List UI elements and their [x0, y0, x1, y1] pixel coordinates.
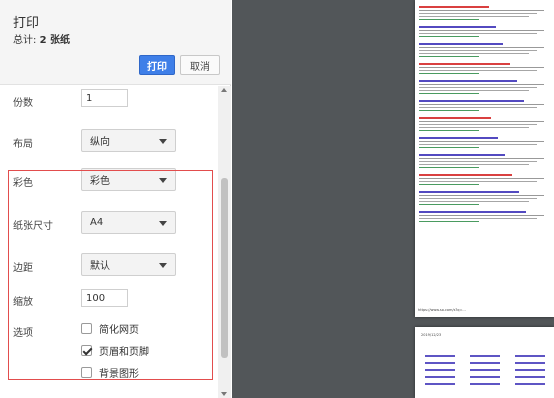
preview-text-line [419, 154, 505, 156]
preview-text-line [419, 184, 479, 185]
preview-text-line [419, 204, 479, 205]
preview-text-line [419, 147, 479, 148]
dialog-title: 打印 [13, 16, 40, 31]
preview-text-line [419, 107, 537, 108]
preview-text-line [419, 26, 496, 28]
sheet-total-value: 2 张纸 [39, 35, 71, 46]
preview-text-line [419, 195, 544, 196]
preview-link-line [425, 376, 455, 378]
preview-text-line [419, 43, 503, 45]
preview-text-line [419, 158, 544, 159]
preview-link-line [425, 362, 455, 364]
preview-link-line [470, 383, 500, 385]
print-settings-panel: 打印 总计: 2 张纸 打印 取消 份数 1 布局 纵向 彩色 彩色 纸张尺寸 … [0, 0, 231, 398]
preview-link-line [515, 362, 545, 364]
preview-text-line [419, 47, 544, 48]
preview-text-line [419, 201, 529, 202]
preview-text-line [419, 178, 544, 179]
preview-link-line [425, 355, 455, 357]
preview-text-line [419, 141, 544, 142]
chevron-down-icon [159, 139, 167, 144]
preview-text-line [419, 6, 489, 8]
preview-text-line [419, 30, 544, 31]
preview-link-line [470, 362, 500, 364]
preview-text-line [419, 70, 537, 71]
print-button[interactable]: 打印 [139, 55, 175, 75]
sheet-total-label: 总计: [13, 35, 40, 46]
preview-text-line [419, 130, 479, 131]
preview-link-line [425, 383, 455, 385]
preview-text-line [419, 56, 479, 57]
highlight-box [8, 170, 213, 380]
preview-text-line [419, 124, 537, 125]
copies-label: 份数 [13, 98, 33, 109]
preview-text-line [419, 93, 479, 94]
preview-text-line [419, 127, 529, 128]
preview-link-line [470, 369, 500, 371]
preview-text-line [419, 167, 479, 168]
preview-text-line [419, 63, 510, 65]
preview-text-line [419, 117, 491, 119]
preview-text-line [419, 50, 537, 51]
preview-text-line [419, 211, 526, 213]
preview-text-line [419, 87, 537, 88]
preview-text-line [419, 16, 529, 17]
preview-text-line [419, 84, 544, 85]
preview-link-line [515, 369, 545, 371]
preview-text-line [419, 67, 544, 68]
preview-text-line [419, 215, 544, 216]
copies-input[interactable]: 1 [81, 89, 128, 107]
preview-text-line [419, 104, 544, 105]
preview-text-line [419, 10, 544, 11]
preview-text-line [419, 90, 529, 91]
preview-link-line [425, 369, 455, 371]
preview-text-line [419, 144, 537, 145]
page-footer-url: https://www.so.com/s?q=... [418, 308, 466, 312]
page-2-date: 2019/12/23 [421, 333, 442, 337]
preview-text-line [419, 218, 537, 219]
print-header: 打印 总计: 2 张纸 打印 取消 [0, 0, 231, 85]
layout-label: 布局 [13, 139, 33, 150]
preview-text-line [419, 19, 479, 20]
preview-text-line [419, 121, 544, 122]
scroll-down-arrow-icon[interactable] [221, 392, 227, 396]
sheet-total: 总计: 2 张纸 [13, 31, 70, 46]
layout-select[interactable]: 纵向 [81, 129, 176, 152]
preview-text-line [419, 174, 512, 176]
preview-text-line [419, 33, 537, 34]
preview-text-line [419, 191, 519, 193]
preview-text-line [419, 80, 517, 82]
preview-text-line [419, 137, 498, 139]
preview-text-line [419, 110, 479, 111]
preview-text-line [419, 198, 537, 199]
scroll-up-arrow-icon[interactable] [221, 88, 227, 92]
preview-text-line [419, 53, 529, 54]
preview-text-line [419, 36, 479, 37]
preview-page-2: 2019/12/23 [415, 327, 554, 398]
preview-link-line [470, 355, 500, 357]
settings-scrollbar[interactable] [218, 86, 231, 398]
scroll-thumb[interactable] [221, 178, 228, 358]
preview-text-line [419, 100, 524, 102]
preview-text-line [419, 164, 529, 165]
preview-link-line [515, 376, 545, 378]
preview-text-line [419, 73, 479, 74]
preview-text-line [419, 181, 537, 182]
preview-text-line [419, 161, 537, 162]
preview-page-1: https://www.so.com/s?q=... [415, 0, 554, 317]
preview-link-line [515, 355, 545, 357]
preview-text-line [419, 13, 537, 14]
preview-link-line [515, 383, 545, 385]
layout-select-value: 纵向 [90, 137, 110, 148]
preview-link-line [470, 376, 500, 378]
cancel-button[interactable]: 取消 [180, 55, 220, 75]
preview-text-line [419, 221, 479, 222]
